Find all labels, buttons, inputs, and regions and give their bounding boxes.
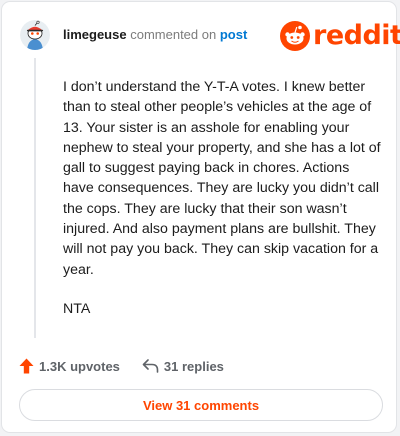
snoo-avatar-icon[interactable] (20, 20, 50, 50)
reply-count: 31 replies (163, 358, 224, 374)
thread-line[interactable] (34, 58, 36, 338)
comment-paragraph: NTA (63, 300, 91, 317)
reply-arrow-icon (142, 359, 159, 373)
view-comments-button[interactable]: View 31 comments (19, 389, 383, 421)
upvote-count: 1.3K upvotes (39, 358, 120, 374)
post-link[interactable]: post (220, 27, 247, 42)
replies-button[interactable]: 31 replies (142, 359, 224, 374)
comment-card: limegeuse commented on post reddit I don… (1, 1, 400, 433)
username-link[interactable]: limegeuse (63, 27, 127, 42)
comment-header: limegeuse commented on post (63, 27, 247, 43)
reddit-snoo-logo-icon (280, 21, 310, 51)
comment-actions: 1.3K upvotes 31 replies (19, 356, 224, 376)
reddit-wordmark: reddit (313, 20, 400, 51)
comment-body: I don’t understand the Y-T-A votes. I kn… (63, 77, 381, 319)
upvote-button[interactable]: 1.3K upvotes (19, 358, 120, 374)
commented-on-label: commented on (130, 27, 217, 42)
upvote-arrow-icon (19, 358, 34, 374)
comment-paragraph: I don’t understand the Y-T-A votes. I kn… (63, 79, 381, 278)
reddit-logo[interactable]: reddit (280, 19, 400, 53)
